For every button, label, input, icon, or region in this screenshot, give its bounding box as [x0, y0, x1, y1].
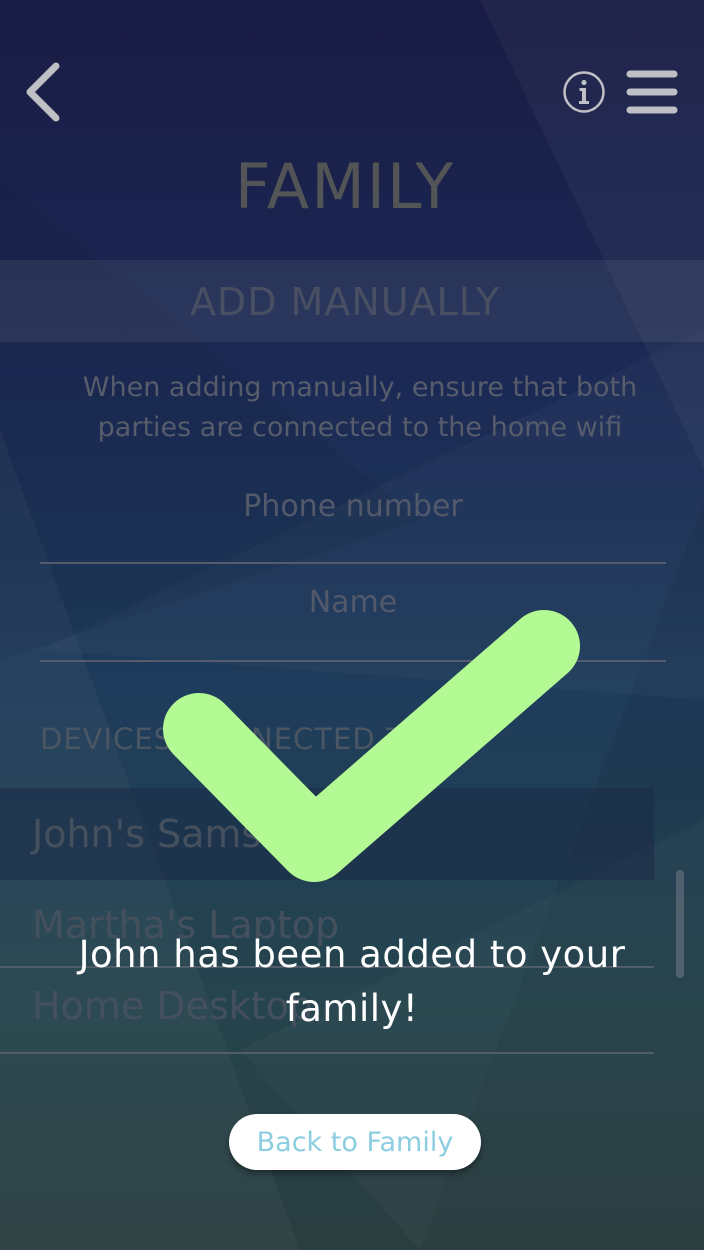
back-to-family-button[interactable]: Back to Family	[229, 1114, 481, 1170]
checkmark-icon	[163, 610, 580, 882]
success-message: John has been added to your family!	[78, 933, 626, 1030]
